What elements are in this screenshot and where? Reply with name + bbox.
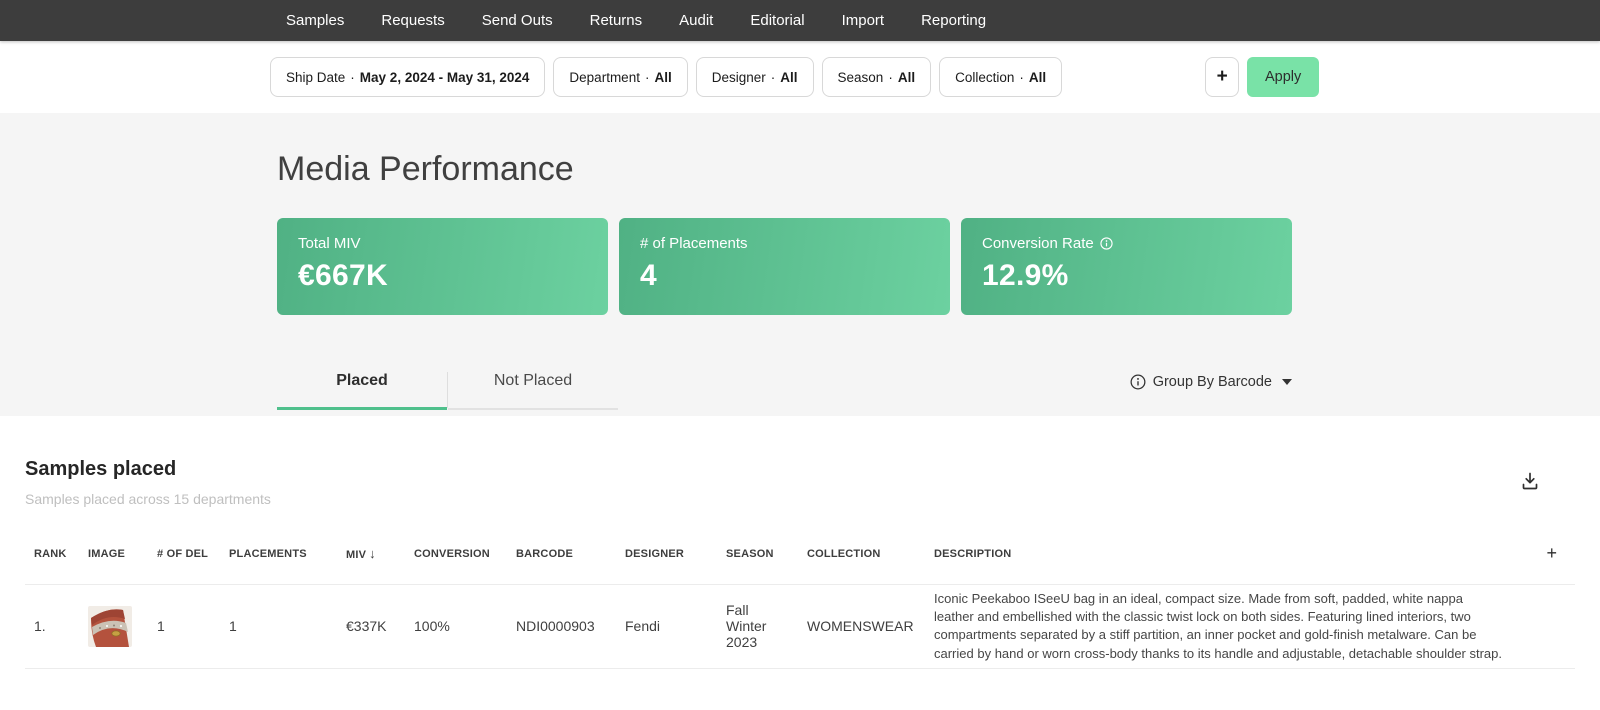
top-nav: Samples Requests Send Outs Returns Audit… xyxy=(0,0,1600,41)
section-header: Samples placed Samples placed across 15 … xyxy=(25,458,1575,507)
info-icon[interactable] xyxy=(1130,374,1146,390)
filter-chip-season[interactable]: Season · All xyxy=(822,57,932,97)
cell-empty xyxy=(1525,585,1575,669)
filter-value: May 2, 2024 - May 31, 2024 xyxy=(360,70,530,85)
cell-miv: €337K xyxy=(346,585,414,669)
tab-placed[interactable]: Placed xyxy=(277,372,447,410)
page-title: Media Performance xyxy=(277,149,1600,189)
nav-item-reporting[interactable]: Reporting xyxy=(921,12,986,29)
samples-table: RANK IMAGE # OF DEL PLACEMENTS MIV↓ CONV… xyxy=(25,543,1575,669)
column-header-miv-label: MIV xyxy=(346,549,366,561)
add-column-button[interactable]: + xyxy=(1546,543,1557,564)
filter-chip-designer[interactable]: Designer · All xyxy=(696,57,814,97)
media-performance-section: Media Performance Total MIV €667K # of P… xyxy=(0,113,1600,416)
cell-conversion: 100% xyxy=(414,585,516,669)
column-header-designer[interactable]: DESIGNER xyxy=(625,543,726,585)
filter-label: Season xyxy=(838,70,884,85)
metric-label-text: Total MIV xyxy=(298,235,361,252)
metric-label: # of Placements xyxy=(640,235,929,252)
filter-label: Collection xyxy=(955,70,1014,85)
metric-label: Conversion Rate xyxy=(982,235,1271,252)
section-title: Samples placed xyxy=(25,458,271,481)
sample-thumbnail xyxy=(88,606,132,647)
cell-collection: WOMENSWEAR xyxy=(807,585,934,669)
cell-designer: Fendi xyxy=(625,585,726,669)
nav-item-editorial[interactable]: Editorial xyxy=(750,12,804,29)
cell-image[interactable] xyxy=(88,585,157,669)
placement-tabs: Placed Not Placed xyxy=(277,372,618,410)
nav-item-requests[interactable]: Requests xyxy=(381,12,444,29)
filter-value: All xyxy=(898,70,915,85)
cell-description: Iconic Peekaboo ISeeU bag in an ideal, c… xyxy=(934,585,1525,669)
column-header-season[interactable]: SEASON xyxy=(726,543,807,585)
metric-card-total-miv: Total MIV €667K xyxy=(277,218,608,315)
download-icon xyxy=(1519,470,1541,492)
filter-chip-collection[interactable]: Collection · All xyxy=(939,57,1062,97)
filter-separator: · xyxy=(888,70,893,85)
cell-season: Fall Winter 2023 xyxy=(726,585,807,669)
metric-label-text: Conversion Rate xyxy=(982,235,1094,252)
group-by-barcode-dropdown[interactable]: Group By Barcode xyxy=(1130,374,1292,390)
cell-placements: 1 xyxy=(229,585,346,669)
tabs-row: Placed Not Placed Group By Barcode xyxy=(277,372,1292,410)
column-header-placements[interactable]: PLACEMENTS xyxy=(229,543,346,585)
table-header-row: RANK IMAGE # OF DEL PLACEMENTS MIV↓ CONV… xyxy=(25,543,1575,585)
column-header-barcode[interactable]: BARCODE xyxy=(516,543,625,585)
filter-separator: · xyxy=(771,70,776,85)
filter-value: All xyxy=(1029,70,1046,85)
group-by-label: Group By Barcode xyxy=(1153,374,1272,390)
metric-cards: Total MIV €667K # of Placements 4 Conver… xyxy=(277,218,1292,315)
nav-item-import[interactable]: Import xyxy=(842,12,885,29)
cell-num-del: 1 xyxy=(157,585,229,669)
section-subtitle: Samples placed across 15 departments xyxy=(25,491,271,507)
nav-item-returns[interactable]: Returns xyxy=(590,12,643,29)
column-header-conversion[interactable]: CONVERSION xyxy=(414,543,516,585)
filter-chips: Ship Date · May 2, 2024 - May 31, 2024 D… xyxy=(270,57,1062,97)
cell-barcode: NDI0000903 xyxy=(516,585,625,669)
nav-item-samples[interactable]: Samples xyxy=(286,12,344,29)
samples-placed-section: Samples placed Samples placed across 15 … xyxy=(0,416,1600,669)
tab-not-placed[interactable]: Not Placed xyxy=(448,372,618,410)
filter-chip-department[interactable]: Department · All xyxy=(553,57,687,97)
filter-label: Department xyxy=(569,70,640,85)
column-header-image[interactable]: IMAGE xyxy=(88,543,157,585)
download-button[interactable] xyxy=(1515,466,1545,499)
metric-value: 4 xyxy=(640,259,929,293)
filter-separator: · xyxy=(1019,70,1024,85)
add-filter-button[interactable]: + xyxy=(1205,57,1239,97)
column-header-num-del[interactable]: # OF DEL xyxy=(157,543,229,585)
metric-value: 12.9% xyxy=(982,259,1271,293)
filter-value: All xyxy=(654,70,671,85)
cell-rank: 1. xyxy=(25,585,88,669)
metric-value: €667K xyxy=(298,259,587,293)
metric-label-text: # of Placements xyxy=(640,235,748,252)
nav-item-audit[interactable]: Audit xyxy=(679,12,713,29)
filter-chip-ship-date[interactable]: Ship Date · May 2, 2024 - May 31, 2024 xyxy=(270,57,545,97)
filter-separator: · xyxy=(350,70,355,85)
filter-separator: · xyxy=(645,70,650,85)
filter-bar: Ship Date · May 2, 2024 - May 31, 2024 D… xyxy=(0,41,1600,113)
metric-label: Total MIV xyxy=(298,235,587,252)
filter-label: Designer xyxy=(712,70,766,85)
chevron-down-icon xyxy=(1282,379,1292,385)
filter-label: Ship Date xyxy=(286,70,345,85)
info-icon[interactable] xyxy=(1100,237,1113,250)
apply-button[interactable]: Apply xyxy=(1247,57,1319,97)
column-header-collection[interactable]: COLLECTION xyxy=(807,543,934,585)
metric-card-conversion-rate: Conversion Rate 12.9% xyxy=(961,218,1292,315)
metric-card-placements: # of Placements 4 xyxy=(619,218,950,315)
table-row[interactable]: 1. 1 1 €337K xyxy=(25,585,1575,669)
nav-item-send-outs[interactable]: Send Outs xyxy=(482,12,553,29)
filter-value: All xyxy=(780,70,797,85)
column-header-rank[interactable]: RANK xyxy=(25,543,88,585)
column-header-add: + xyxy=(1525,543,1575,585)
column-header-description[interactable]: DESCRIPTION xyxy=(934,543,1525,585)
column-header-miv[interactable]: MIV↓ xyxy=(346,543,414,585)
filter-actions: + Apply xyxy=(1205,57,1319,97)
sort-desc-icon[interactable]: ↓ xyxy=(369,546,376,561)
